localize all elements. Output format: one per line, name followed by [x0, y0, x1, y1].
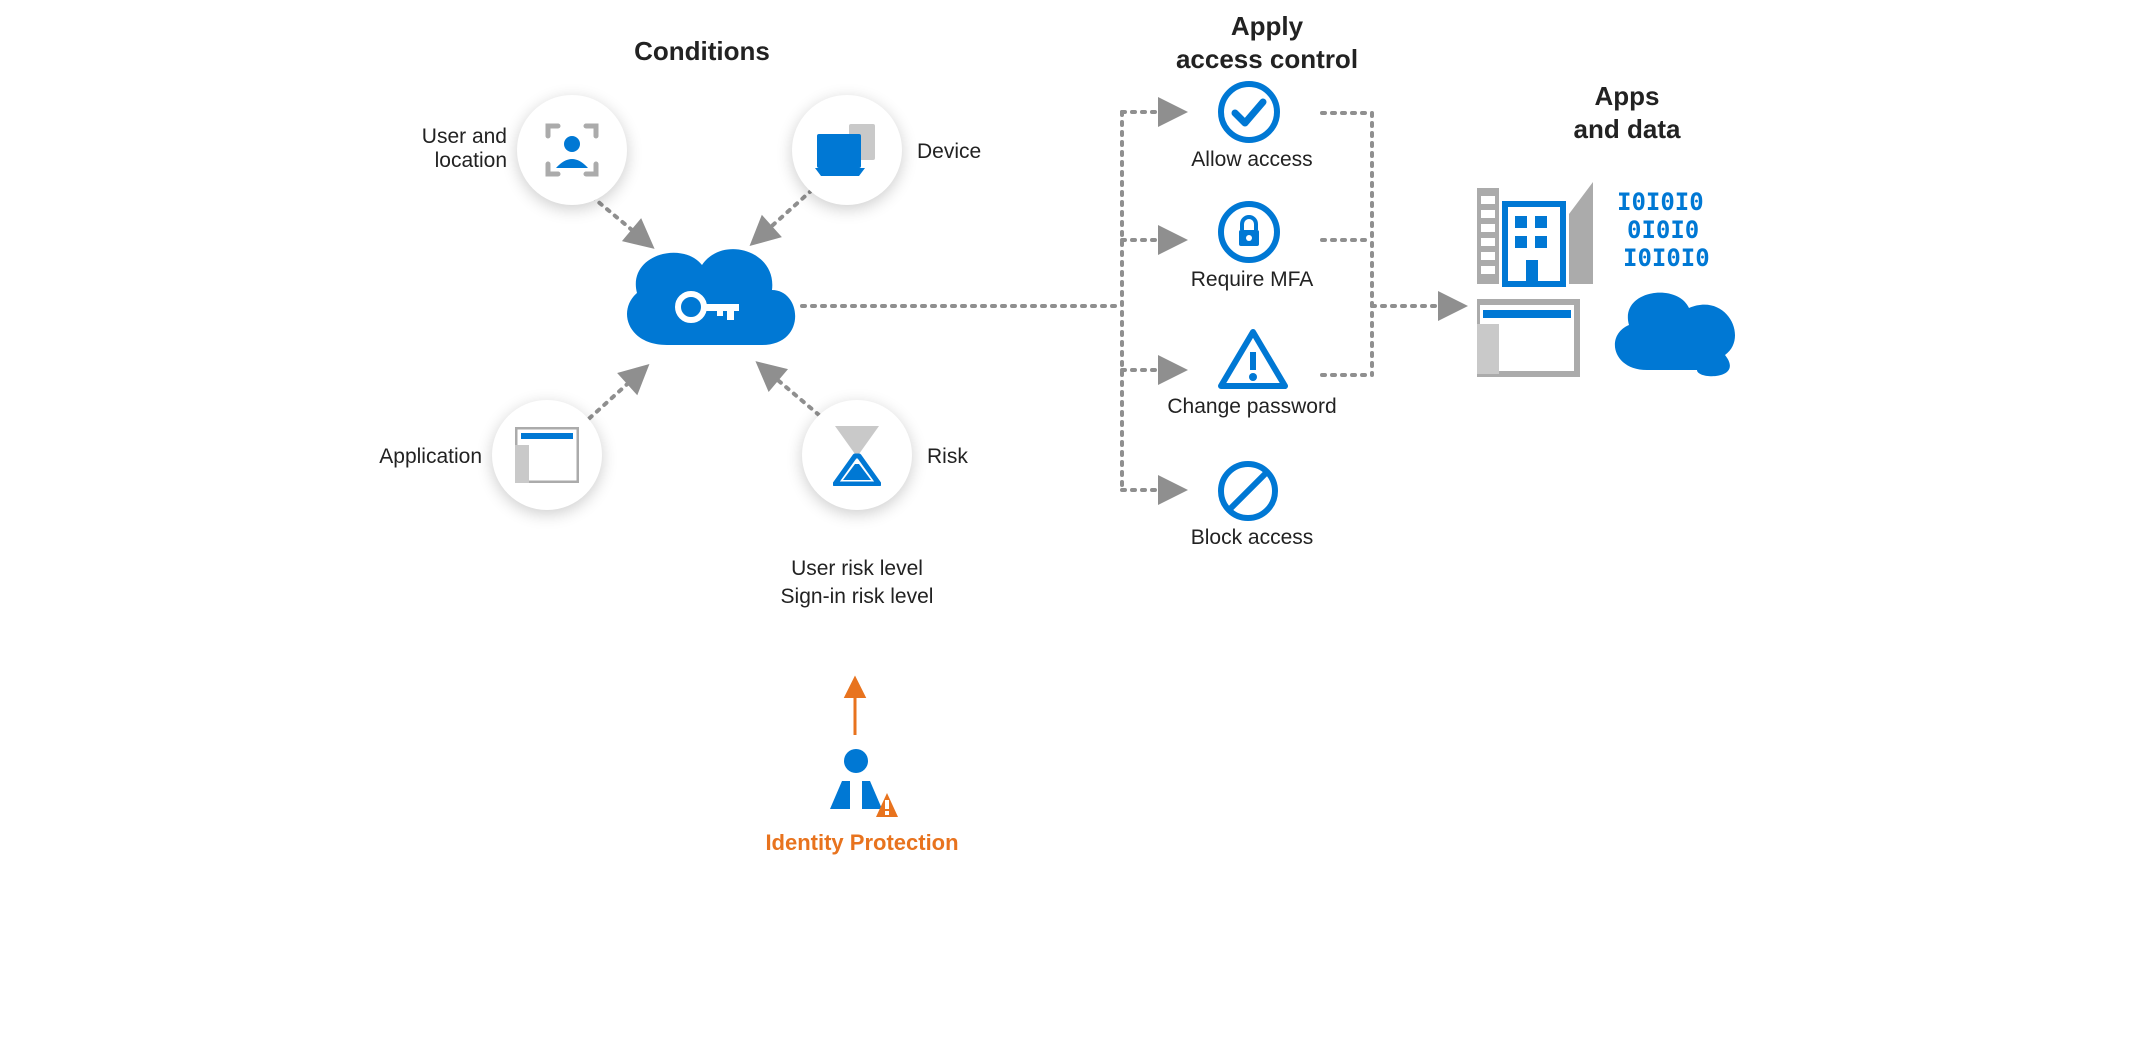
icon-change-password — [1217, 328, 1289, 397]
svg-text:I0I0I0: I0I0I0 — [1623, 244, 1710, 272]
label-change-password: Change password — [1142, 395, 1362, 419]
label-require-mfa: Require MFA — [1142, 268, 1362, 292]
warning-triangle-icon — [1217, 328, 1289, 392]
device-icon — [815, 124, 879, 176]
title-apps-line1: Apps — [1595, 81, 1660, 111]
title-apply-line2: access control — [1176, 44, 1358, 74]
binary-data-icon: I0I0I0 0I0I0 I0I0I0 — [1617, 188, 1710, 272]
label-user-location: User and location — [357, 125, 507, 173]
cloud-icon — [1615, 293, 1735, 377]
icon-allow-access — [1217, 80, 1281, 149]
bubble-risk — [802, 400, 912, 510]
bubble-user-location — [517, 95, 627, 205]
label-risk-sub-l2: Sign-in risk level — [781, 585, 934, 608]
label-user-location-l1: User and — [422, 125, 507, 148]
bubble-application — [492, 400, 602, 510]
svg-text:I0I0I0: I0I0I0 — [1617, 188, 1704, 216]
label-risk-sub-l1: User risk level — [791, 557, 923, 580]
title-conditions: Conditions — [562, 35, 842, 68]
title-apply-access-control: Apply access control — [1142, 10, 1392, 75]
lock-circle-icon — [1217, 200, 1281, 264]
hourglass-icon — [833, 424, 881, 486]
identity-protection-icon — [822, 745, 898, 826]
cloud-key-icon — [612, 235, 802, 370]
label-risk-sub: User risk level Sign-in risk level — [757, 555, 957, 612]
apps-data-cluster: I0I0I0 0I0I0 I0I0I0 — [1477, 170, 1767, 385]
label-device: Device — [917, 140, 1037, 164]
title-apply-line1: Apply — [1231, 11, 1303, 41]
svg-text:0I0I0: 0I0I0 — [1627, 216, 1699, 244]
title-apps-line2: and data — [1574, 114, 1681, 144]
bubble-device — [792, 95, 902, 205]
label-block-access: Block access — [1142, 526, 1362, 550]
window-icon — [1477, 302, 1577, 374]
building-icon — [1477, 182, 1593, 284]
application-icon — [515, 427, 579, 483]
diagram-root: Conditions Apply access control Apps and… — [312, 0, 1832, 930]
label-identity-protection: Identity Protection — [712, 830, 1012, 856]
checkmark-circle-icon — [1217, 80, 1281, 144]
icon-require-mfa — [1217, 200, 1281, 269]
label-risk: Risk — [927, 445, 1027, 469]
user-location-icon — [542, 120, 602, 180]
title-apps-and-data: Apps and data — [1502, 80, 1752, 145]
block-icon — [1217, 460, 1279, 522]
label-user-location-l2: location — [435, 149, 507, 172]
label-allow-access: Allow access — [1142, 148, 1362, 172]
icon-block-access — [1217, 460, 1279, 527]
label-application: Application — [342, 445, 482, 469]
